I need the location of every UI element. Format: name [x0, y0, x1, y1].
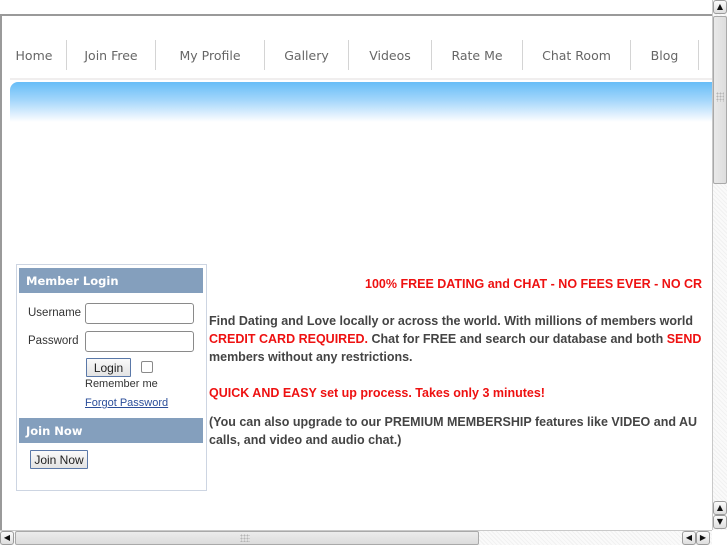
browser-viewport-frame: Home Join Free My Profile Gallery Videos… — [0, 14, 712, 530]
send-text: SEND — [666, 332, 702, 346]
nav-rate-me-label: Rate Me — [451, 47, 503, 63]
nav-videos[interactable]: Videos — [349, 40, 432, 70]
nav-join-free[interactable]: Join Free — [67, 40, 156, 70]
intro-line-2: CREDIT CARD REQUIRED. Chat for FREE and … — [209, 332, 701, 346]
scroll-left-button[interactable]: ◀ — [0, 531, 14, 545]
nav-divider — [10, 78, 712, 80]
arrow-left-icon: ◀ — [3, 533, 11, 542]
header-banner — [10, 82, 712, 122]
password-label: Password — [28, 335, 79, 347]
arrow-up-icon: ▲ — [716, 2, 724, 11]
nav-my-profile[interactable]: My Profile — [156, 40, 265, 70]
arrow-right-icon: ▶ — [699, 533, 707, 542]
page-viewport: Home Join Free My Profile Gallery Videos… — [2, 16, 712, 530]
nav-gallery[interactable]: Gallery — [265, 40, 349, 70]
remember-me-checkbox[interactable] — [141, 361, 153, 373]
nav-my-profile-label: My Profile — [179, 47, 241, 63]
nav-chat-room[interactable]: Chat Room — [523, 40, 631, 70]
scroll-up-button[interactable]: ▲ — [713, 501, 727, 515]
intro-line-1: Find Dating and Love locally or across t… — [209, 314, 693, 328]
remember-me-label: Remember me — [85, 378, 158, 390]
arrow-down-icon: ▼ — [716, 517, 724, 526]
forgot-password-link[interactable]: Forgot Password — [85, 397, 168, 409]
username-input[interactable] — [85, 303, 194, 324]
join-now-heading: Join Now — [19, 418, 203, 443]
password-input[interactable] — [85, 331, 194, 352]
join-now-button[interactable]: Join Now — [30, 450, 88, 469]
no-credit-card-text: CREDIT CARD REQUIRED. — [209, 332, 369, 346]
scroll-up-top-button[interactable]: ▲ — [713, 0, 727, 14]
nav-join-free-label: Join Free — [84, 47, 138, 63]
premium-line-2: calls, and video and audio chat.) — [209, 433, 402, 447]
horizontal-scroll-thumb[interactable] — [15, 531, 479, 545]
arrow-left-icon: ◀ — [685, 533, 693, 542]
nav-home-label: Home — [15, 47, 53, 63]
vertical-scroll-thumb[interactable] — [713, 16, 727, 184]
username-label: Username — [28, 307, 82, 319]
nav-blog-label: Blog — [650, 47, 679, 63]
member-login-panel: Member Login Username Password Login Rem… — [16, 264, 207, 491]
scroll-left-end-button[interactable]: ◀ — [682, 531, 696, 545]
grip-icon — [716, 92, 724, 102]
scroll-right-button[interactable]: ▶ — [696, 531, 710, 545]
main-nav: Home Join Free My Profile Gallery Videos… — [2, 32, 699, 78]
nav-home[interactable]: Home — [2, 40, 67, 70]
quick-setup-text: QUICK AND EASY set up process. Takes onl… — [209, 386, 545, 400]
headline: 100% FREE DATING and CHAT - NO FEES EVER… — [365, 277, 703, 291]
premium-line-1: (You can also upgrade to our PREMIUM MEM… — [209, 415, 698, 429]
nav-blog[interactable]: Blog — [631, 40, 699, 70]
intro-line-2-text: Chat for FREE and search our database an… — [368, 332, 667, 346]
grip-icon — [240, 534, 250, 542]
arrow-up-icon: ▲ — [716, 503, 724, 512]
member-login-heading: Member Login — [19, 268, 203, 293]
nav-rate-me[interactable]: Rate Me — [432, 40, 523, 70]
scroll-down-button[interactable]: ▼ — [713, 515, 727, 529]
horizontal-scrollbar[interactable]: ◀ ◀ ▶ — [0, 530, 712, 545]
nav-videos-label: Videos — [369, 47, 411, 63]
nav-gallery-label: Gallery — [284, 47, 329, 63]
login-button[interactable]: Login — [86, 358, 131, 377]
intro-line-3: members without any restrictions. — [209, 350, 413, 364]
vertical-scrollbar[interactable]: ▲ ▲ ▼ — [712, 0, 727, 530]
nav-chat-room-label: Chat Room — [542, 47, 611, 63]
